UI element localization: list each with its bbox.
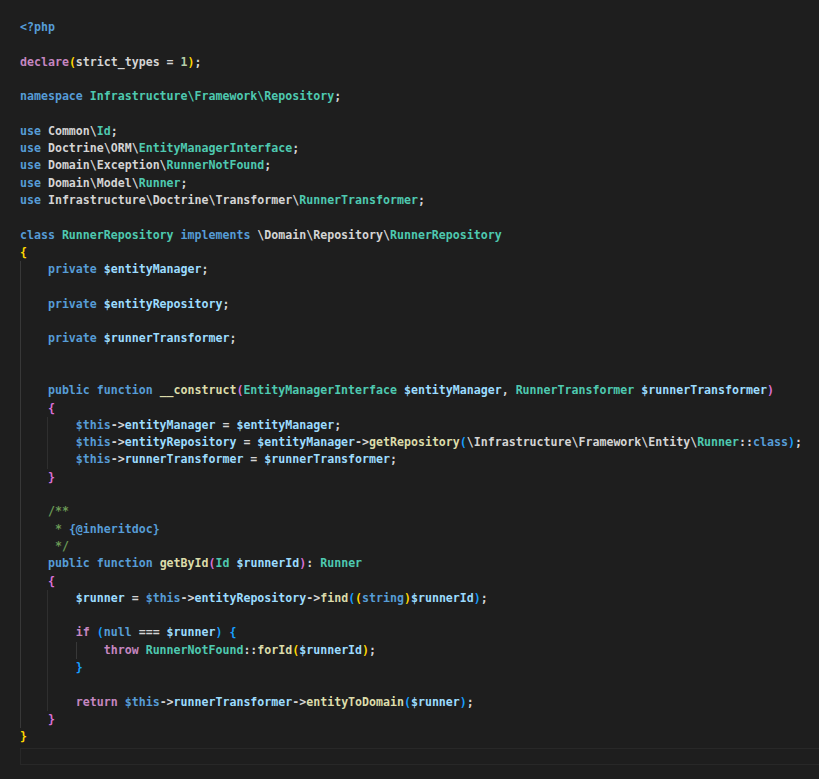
code-line: } <box>20 711 802 728</box>
code-line <box>20 676 802 693</box>
code-line: $runner = $this->entityRepository->find(… <box>20 590 802 607</box>
code-line: { <box>20 244 802 261</box>
code-line <box>20 607 802 624</box>
code-line: return $this->runnerTransformer->entityT… <box>20 694 802 711</box>
indent-guide <box>47 417 48 469</box>
bottom-panel <box>20 748 819 765</box>
code-line: private $runnerTransformer; <box>20 330 802 347</box>
code-line: namespace Infrastructure\Framework\Repos… <box>20 88 802 105</box>
code-line: } <box>20 469 802 486</box>
code-line <box>20 278 802 295</box>
code-line: */ <box>20 538 802 555</box>
code-line: private $entityRepository; <box>20 296 802 313</box>
code-line <box>20 348 802 365</box>
code-line: } <box>20 659 802 676</box>
code-line: throw RunnerNotFound::forId($runnerId); <box>20 642 802 659</box>
code-line: if (null === $runner) { <box>20 624 802 641</box>
code-line: } <box>20 728 802 745</box>
code-line <box>20 365 802 382</box>
code-line: public function __construct(EntityManage… <box>20 382 802 399</box>
code-line: declare(strict_types = 1); <box>20 54 802 71</box>
code-line: $this->entityManager = $entityManager; <box>20 417 802 434</box>
code-line <box>20 313 802 330</box>
code-line: <?php <box>20 19 802 36</box>
code-line: $this->runnerTransformer = $runnerTransf… <box>20 451 802 468</box>
code-line <box>20 209 802 226</box>
code-line: { <box>20 573 802 590</box>
code-line: use Domain\Exception\RunnerNotFound; <box>20 157 802 174</box>
code-line <box>20 486 802 503</box>
code-line: use Common\Id; <box>20 123 802 140</box>
code-line: * {@inheritdoc} <box>20 521 802 538</box>
indent-guide <box>76 642 77 659</box>
code-line: $this->entityRepository = $entityManager… <box>20 434 802 451</box>
code-line: class RunnerRepository implements \Domai… <box>20 227 802 244</box>
code-line <box>20 36 802 53</box>
code-editor: <?php declare(strict_types = 1); namespa… <box>20 19 802 745</box>
code-line: use Infrastructure\Doctrine\Transformer\… <box>20 192 802 209</box>
indent-guide <box>20 261 21 728</box>
code-line: use Doctrine\ORM\EntityManagerInterface; <box>20 140 802 157</box>
code-line: { <box>20 400 802 417</box>
code-line: /** <box>20 503 802 520</box>
indent-guide <box>47 590 48 711</box>
code-line: private $entityManager; <box>20 261 802 278</box>
code-line: use Domain\Model\Runner; <box>20 175 802 192</box>
code-line: public function getById(Id $runnerId): R… <box>20 555 802 572</box>
code-line <box>20 71 802 88</box>
code-line <box>20 105 802 122</box>
